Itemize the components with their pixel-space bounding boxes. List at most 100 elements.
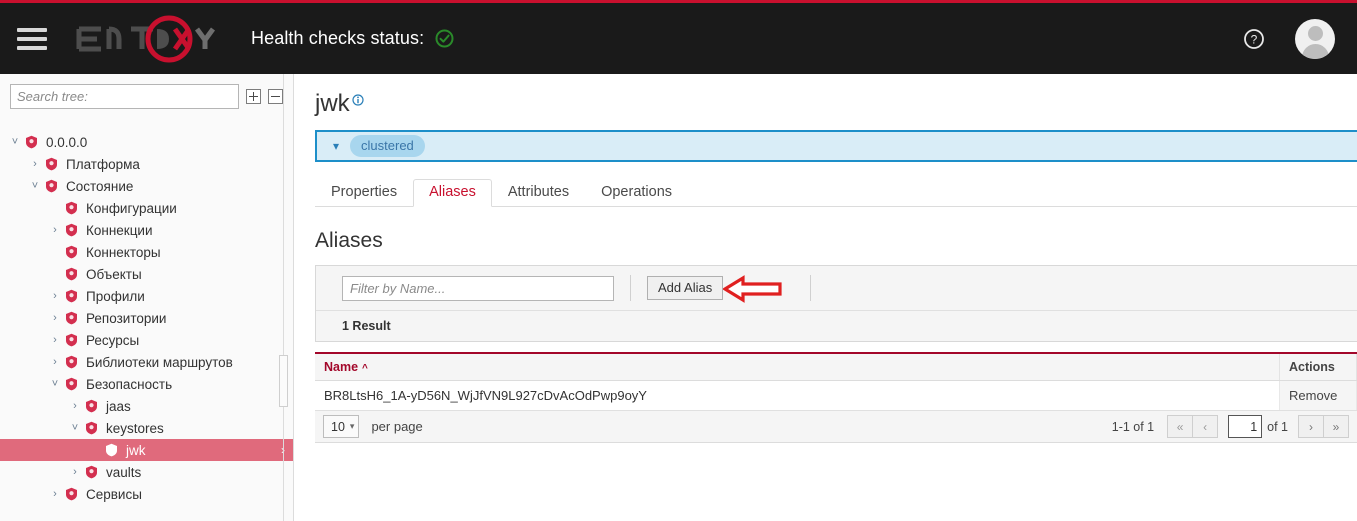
column-header-name[interactable]: Name ^	[315, 354, 1280, 381]
column-header-actions: Actions	[1279, 354, 1357, 381]
caret-up-icon: ^	[362, 363, 368, 374]
tree-item-ресурсы[interactable]: › Ресурсы	[0, 329, 293, 351]
tree-item-сервисы[interactable]: › Сервисы	[0, 483, 293, 505]
page-title: jwk	[315, 90, 350, 117]
tree-item-vaults[interactable]: › vaults	[0, 461, 293, 483]
tree-item-платформа[interactable]: › Платформа	[0, 153, 293, 175]
health-checks-label: Health checks status:	[251, 28, 425, 48]
tree-item-label: Репозитории	[86, 310, 167, 326]
tree-item-jaas[interactable]: › jaas	[0, 395, 293, 417]
clustered-banner[interactable]: ▾ clustered	[315, 130, 1357, 162]
tree-item-состояние[interactable]: ˅ Состояние	[0, 175, 293, 197]
app-header: Health checks status: ?	[0, 3, 1357, 74]
tree-item-0-0-0-0[interactable]: ˅ 0.0.0.0	[0, 131, 293, 153]
pagination-bar: 10 ▾ per page 1-1 of 1 « ‹ of 1 › »	[315, 411, 1357, 443]
tree-item-label: Библиотеки маршрутов	[86, 354, 233, 370]
chevron-down-icon[interactable]: ▾	[333, 139, 339, 153]
security-shield-icon	[82, 421, 101, 435]
column-header-name-label: Name	[324, 360, 359, 374]
add-alias-button[interactable]: Add Alias	[647, 276, 724, 300]
entaxy-logo	[65, 15, 225, 63]
chevron-down-icon[interactable]: ˅	[48, 378, 62, 390]
pagination-controls: 1-1 of 1 « ‹ of 1 › »	[1112, 415, 1357, 438]
section-title: Aliases	[315, 229, 383, 252]
security-shield-icon	[82, 465, 101, 479]
tree-item-конфигурации[interactable]: Конфигурации	[0, 197, 293, 219]
toolbar-divider-2	[810, 275, 812, 301]
result-count: 1 Result	[316, 310, 1357, 341]
double-chevron-right-icon[interactable]: »	[1323, 415, 1349, 438]
aliases-table-wrap: Name ^ Actions BR8LtsH6_1A-yD56N_WjJfVN9L…	[315, 352, 1357, 411]
chevron-right-icon[interactable]: ›	[68, 466, 82, 478]
search-tree-input[interactable]	[10, 84, 239, 109]
tree-item-label: Сервисы	[86, 486, 142, 502]
chevron-down-icon[interactable]: ˅	[28, 180, 42, 192]
aliases-toolbar: Add Alias	[316, 266, 1357, 310]
tree-item-label: Ресурсы	[86, 332, 140, 348]
chevron-right-icon[interactable]: ›	[1298, 415, 1324, 438]
arrow-left-callout-icon	[721, 274, 783, 309]
platform-icon	[42, 157, 61, 171]
tree-item-профили[interactable]: › Профили	[0, 285, 293, 307]
current-page-input[interactable]	[1228, 415, 1263, 438]
sidebar-scrollbar[interactable]	[279, 74, 289, 521]
scrollbar-thumb[interactable]	[279, 355, 288, 407]
chevron-right-icon[interactable]: ›	[48, 224, 62, 236]
plus-box-icon[interactable]	[246, 89, 261, 104]
user-avatar-icon[interactable]	[1295, 18, 1335, 59]
tree-item-объекты[interactable]: Объекты	[0, 263, 293, 285]
aliases-table: Name ^ Actions BR8LtsH6_1A-yD56N_WjJfVN9L…	[315, 354, 1357, 411]
chevron-right-icon[interactable]: ›	[48, 290, 62, 302]
double-chevron-left-icon[interactable]: «	[1167, 415, 1194, 438]
remove-alias-button[interactable]: Remove	[1279, 380, 1357, 411]
connectors-icon	[62, 245, 81, 259]
chevron-down-icon: ▾	[349, 421, 355, 431]
state-icon	[42, 179, 61, 193]
tree-item-безопасность[interactable]: ˅ Безопасность	[0, 373, 293, 395]
tree-item-label: jwk	[126, 442, 146, 458]
tree-item-label: Конфигурации	[86, 200, 177, 216]
health-checks-status: Health checks status:	[251, 28, 454, 49]
tree-item-label: Состояние	[66, 178, 134, 194]
security-shield-icon	[62, 377, 81, 391]
tab-operations[interactable]: Operations	[585, 179, 688, 208]
tab-aliases[interactable]: Aliases	[413, 178, 492, 207]
column-header-actions-label: Actions	[1289, 360, 1335, 374]
tree-item-библиотеки-маршрутов[interactable]: › Библиотеки маршрутов	[0, 351, 293, 373]
connections-icon	[62, 223, 81, 237]
resources-icon	[62, 333, 81, 347]
tab-properties[interactable]: Properties	[315, 179, 413, 208]
chevron-right-icon[interactable]: ›	[48, 312, 62, 324]
table-row[interactable]: BR8LtsH6_1A-yD56N_WjJfVN9L927cDvAcOdPwp9…	[315, 380, 1357, 411]
chevron-right-icon[interactable]: ›	[48, 356, 62, 368]
table-header-row: Name ^ Actions	[315, 354, 1357, 381]
services-icon	[62, 487, 81, 501]
help-circle-icon[interactable]: ?	[1243, 28, 1265, 50]
per-page-select[interactable]: 10 ▾	[323, 415, 360, 438]
header-actions: ?	[1243, 18, 1335, 59]
hamburger-icon[interactable]	[17, 27, 47, 50]
aliases-panel: Add Alias 1 Result	[315, 265, 1357, 342]
chevron-right-icon[interactable]: ›	[48, 488, 62, 500]
tree-item-jwk[interactable]: jwk›	[0, 439, 293, 461]
tree-item-коннекции[interactable]: › Коннекции	[0, 219, 293, 241]
tree-item-коннекторы[interactable]: Коннекторы	[0, 241, 293, 263]
chevron-right-icon[interactable]: ›	[68, 400, 82, 412]
tree-item-keystores[interactable]: ˅ keystores	[0, 417, 293, 439]
filter-by-name-input[interactable]	[342, 275, 614, 301]
svg-text:?: ?	[1251, 32, 1258, 46]
chevron-down-icon[interactable]: ˅	[8, 136, 22, 148]
chevron-right-icon[interactable]: ›	[48, 334, 62, 346]
chevron-right-icon[interactable]: ›	[28, 158, 42, 170]
security-shield-icon	[82, 399, 101, 413]
chevron-down-icon[interactable]: ˅	[68, 422, 82, 434]
tree-item-репозитории[interactable]: › Репозитории	[0, 307, 293, 329]
total-pages-label: of 1	[1267, 419, 1288, 434]
tab-attributes[interactable]: Attributes	[492, 179, 585, 208]
info-circle-icon[interactable]	[352, 93, 364, 106]
chevron-left-icon[interactable]: ‹	[1192, 415, 1219, 438]
tree-item-label: keystores	[106, 420, 164, 436]
table-body: BR8LtsH6_1A-yD56N_WjJfVN9L927cDvAcOdPwp9…	[315, 380, 1357, 411]
clustered-pill: clustered	[350, 135, 425, 157]
navigation-tree: ˅ 0.0.0.0 › Платформа ˅ Состояние Конфигурации…	[0, 131, 293, 505]
